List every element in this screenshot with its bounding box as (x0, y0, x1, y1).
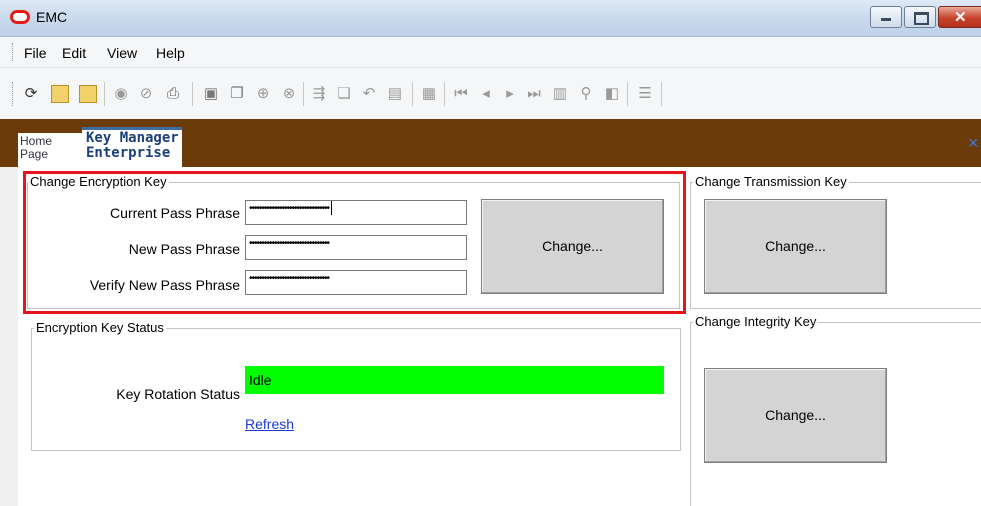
minimize-button[interactable] (870, 6, 902, 28)
copy-pages-icon[interactable]: ❐ (228, 85, 246, 103)
key-rotation-status-value: Idle (245, 366, 664, 394)
maximize-icon (914, 12, 929, 25)
note-icon[interactable]: ⊘ (137, 85, 155, 103)
cancel-icon[interactable]: ⊗ (280, 85, 298, 103)
close-window-button[interactable]: ✕ (938, 6, 981, 28)
toolbar: ⟳ ◉ ⊘ ⎙ ▣ ❐ ⊕ ⊗ ⇶ ❏ ↶ ▤ ▦ ⏮ ◂ ▸ ⏭ ▥ ⚲ ◧ … (0, 67, 981, 120)
toolbar-separator (661, 82, 662, 106)
window-title: EMC (36, 9, 68, 25)
toolbar-separator (412, 82, 413, 106)
close-icon: ✕ (954, 9, 967, 26)
tab-bar: Home Page Key Manager Enterprise × (0, 119, 981, 167)
change-integrity-key-button[interactable]: Change... (704, 368, 887, 463)
menu-grip (12, 43, 13, 61)
tab-key-manager-enterprise[interactable]: Key Manager Enterprise (82, 127, 182, 167)
tab-km-line2: Enterprise (86, 145, 171, 161)
open-folder-alt-icon[interactable] (79, 85, 97, 103)
open-folder-icon[interactable] (51, 85, 69, 103)
highlight-box (23, 171, 686, 314)
tab-km-line1: Key Manager (86, 130, 179, 146)
first-record-icon[interactable]: ⏮ (452, 85, 470, 103)
list-icon[interactable]: ☰ (636, 85, 654, 103)
find-icon[interactable]: ⚲ (577, 85, 595, 103)
record-icon[interactable]: ◉ (112, 85, 130, 103)
view-icon[interactable]: ◧ (603, 85, 621, 103)
toolbar-grip (12, 82, 13, 106)
tab-close-icon[interactable]: × (968, 133, 979, 154)
copy-icon[interactable]: ❏ (335, 85, 353, 103)
next-record-icon[interactable]: ▸ (501, 85, 519, 103)
refresh-link[interactable]: Refresh (245, 416, 294, 432)
print-icon[interactable]: ⎙ (164, 85, 182, 103)
last-record-icon[interactable]: ⏭ (525, 85, 543, 103)
calendar-icon[interactable]: ▥ (551, 85, 569, 103)
maximize-button[interactable] (904, 6, 936, 28)
undo-icon[interactable]: ↶ (360, 85, 378, 103)
emc-window: EMC ✕ File Edit View Help ⟳ ◉ ⊘ ⎙ ▣ ❐ ⊕ … (0, 0, 981, 506)
add-icon[interactable]: ⊕ (254, 85, 272, 103)
menu-bar: File Edit View Help (0, 37, 981, 67)
tab-home-page[interactable]: Home Page (18, 133, 82, 167)
menu-help[interactable]: Help (156, 45, 185, 61)
menu-view[interactable]: View (107, 45, 137, 61)
toolbar-separator (104, 82, 105, 106)
refresh-icon[interactable]: ⟳ (22, 85, 40, 103)
group-title: Change Transmission Key (693, 174, 849, 189)
change-transmission-key-button[interactable]: Change... (704, 199, 887, 294)
minimize-icon (881, 18, 891, 21)
title-bar: EMC ✕ (0, 0, 981, 37)
toolbar-separator (627, 82, 628, 106)
key-manager-panel: Change Encryption Key Current Pass Phras… (18, 167, 981, 506)
toolbar-separator (303, 82, 304, 106)
group-title: Encryption Key Status (34, 320, 166, 335)
tab-home-line2: Page (20, 147, 49, 161)
toolbar-separator (192, 82, 193, 106)
menu-file[interactable]: File (24, 45, 47, 61)
toolbar-separator (444, 82, 445, 106)
previous-record-icon[interactable]: ◂ (477, 85, 495, 103)
paste-icon[interactable]: ▤ (386, 85, 404, 103)
menu-edit[interactable]: Edit (62, 45, 86, 61)
group-title: Change Integrity Key (693, 314, 819, 329)
import-icon[interactable]: ⇶ (310, 85, 328, 103)
key-rotation-status-label: Key Rotation Status (116, 386, 240, 402)
save-icon[interactable]: ▣ (202, 85, 220, 103)
table-icon[interactable]: ▦ (420, 85, 438, 103)
oracle-logo-icon (10, 10, 30, 24)
